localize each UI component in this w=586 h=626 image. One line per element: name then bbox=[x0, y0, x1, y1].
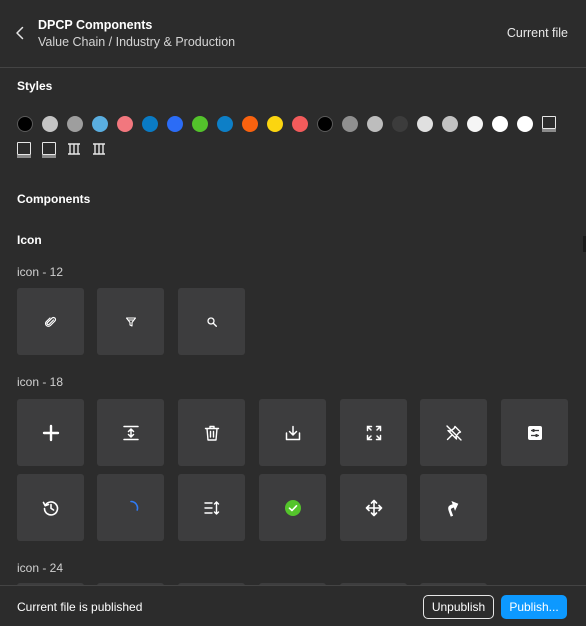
text-style-thumbnail[interactable] bbox=[42, 142, 56, 158]
chevron-left-icon bbox=[16, 26, 24, 40]
library-content[interactable]: Styles Components Icon icon - 12 icon - … bbox=[0, 69, 586, 585]
download-icon bbox=[285, 425, 300, 440]
color-style-swatch[interactable] bbox=[367, 116, 383, 132]
color-style-swatch[interactable] bbox=[42, 116, 58, 132]
fullscreen-icon bbox=[366, 425, 381, 440]
library-title: DPCP Components bbox=[38, 18, 153, 32]
component-paperclip[interactable] bbox=[17, 288, 84, 355]
color-style-swatch[interactable] bbox=[267, 116, 283, 132]
component-check-circle[interactable] bbox=[259, 474, 326, 541]
component-trash[interactable] bbox=[178, 399, 245, 466]
color-style-swatch[interactable] bbox=[167, 116, 183, 132]
color-style-swatch[interactable] bbox=[242, 116, 258, 132]
icon-set-label: icon - 18 bbox=[17, 375, 64, 389]
paperclip-icon bbox=[44, 316, 56, 327]
color-style-swatch[interactable] bbox=[517, 116, 533, 132]
text-style-thumbnail[interactable] bbox=[542, 116, 556, 132]
back-button[interactable] bbox=[10, 22, 30, 44]
styles-heading: Styles bbox=[17, 79, 53, 93]
component-sort[interactable] bbox=[178, 474, 245, 541]
component-filter[interactable] bbox=[97, 288, 164, 355]
grid-style-icon[interactable] bbox=[67, 142, 81, 156]
pin-off-icon bbox=[445, 424, 462, 441]
panel-header: DPCP Components Value Chain / Industry &… bbox=[0, 0, 586, 68]
color-style-swatch[interactable] bbox=[392, 116, 408, 132]
sort-icon bbox=[203, 500, 219, 515]
color-style-swatch[interactable] bbox=[492, 116, 508, 132]
component-plus[interactable] bbox=[17, 399, 84, 466]
move-icon bbox=[365, 499, 382, 516]
component-download[interactable] bbox=[259, 399, 326, 466]
color-style-swatch[interactable] bbox=[142, 116, 158, 132]
publish-button[interactable]: Publish... bbox=[501, 595, 567, 619]
color-style-swatch[interactable] bbox=[92, 116, 108, 132]
color-style-swatch[interactable] bbox=[342, 116, 358, 132]
search-icon bbox=[206, 316, 217, 327]
component-fullscreen[interactable] bbox=[340, 399, 407, 466]
component-history[interactable] bbox=[17, 474, 84, 541]
color-style-swatch[interactable] bbox=[192, 116, 208, 132]
components-heading: Components bbox=[17, 192, 91, 206]
component-spinner[interactable] bbox=[97, 474, 164, 541]
component-pin-off[interactable] bbox=[420, 399, 487, 466]
panel-footer: Current file is published Unpublish Publ… bbox=[0, 585, 586, 626]
check-circle-icon bbox=[284, 499, 301, 516]
icon-set-label: icon - 24 bbox=[17, 561, 64, 575]
plus-icon bbox=[42, 424, 59, 441]
filter-icon bbox=[125, 316, 136, 327]
library-panel: DPCP Components Value Chain / Industry &… bbox=[0, 0, 586, 626]
trash-icon bbox=[204, 425, 219, 441]
color-style-swatch[interactable] bbox=[317, 116, 333, 132]
color-style-swatch[interactable] bbox=[67, 116, 83, 132]
color-style-swatch[interactable] bbox=[417, 116, 433, 132]
color-style-swatch[interactable] bbox=[117, 116, 133, 132]
grid-style-icon[interactable] bbox=[92, 142, 106, 156]
icon-group-title: Icon bbox=[17, 233, 42, 247]
component-expand-vertical[interactable] bbox=[97, 399, 164, 466]
color-style-swatch[interactable] bbox=[17, 116, 33, 132]
component-sliders[interactable] bbox=[501, 399, 568, 466]
component-turn-up-right[interactable] bbox=[420, 474, 487, 541]
current-file-link[interactable]: Current file bbox=[507, 26, 568, 40]
color-style-swatch[interactable] bbox=[292, 116, 308, 132]
expand-vertical-icon bbox=[122, 425, 139, 440]
library-path: Value Chain / Industry & Production bbox=[38, 35, 236, 49]
color-style-swatch[interactable] bbox=[217, 116, 233, 132]
publish-status: Current file is published bbox=[17, 600, 143, 614]
unpublish-button[interactable]: Unpublish bbox=[423, 595, 494, 619]
color-style-swatch[interactable] bbox=[467, 116, 483, 132]
spinner-icon bbox=[129, 500, 138, 511]
text-style-thumbnail[interactable] bbox=[17, 142, 31, 158]
history-icon bbox=[42, 500, 58, 516]
component-search[interactable] bbox=[178, 288, 245, 355]
sliders-icon bbox=[527, 425, 542, 440]
turn-up-right-icon bbox=[447, 500, 458, 517]
icon-set-label: icon - 12 bbox=[17, 265, 64, 279]
component-move[interactable] bbox=[340, 474, 407, 541]
color-style-swatch[interactable] bbox=[442, 116, 458, 132]
